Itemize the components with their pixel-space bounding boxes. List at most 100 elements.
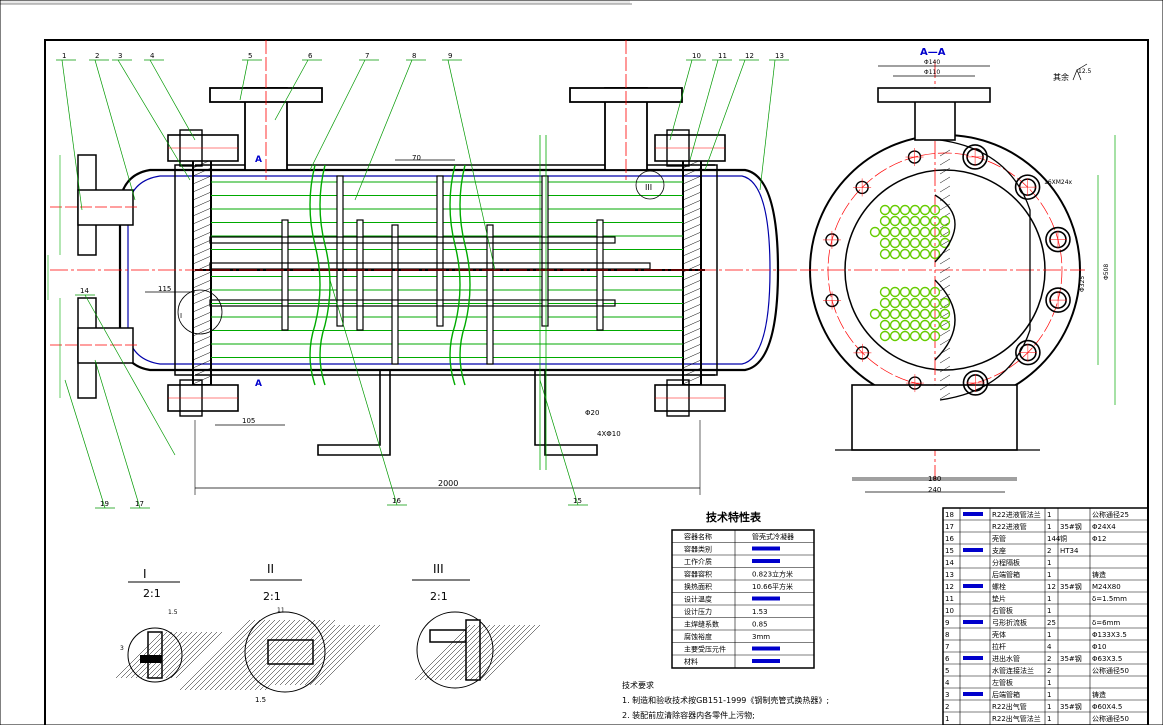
parts-cell: 13	[945, 571, 954, 579]
tech-row-value: 3mm	[752, 633, 770, 641]
callout-4: 4	[150, 52, 155, 60]
parts-cell: 1	[1047, 691, 1051, 699]
detail-iii-id: III	[433, 562, 444, 576]
dim-width-bottom2: 240	[928, 486, 941, 494]
tech-row-label: 容器名称	[684, 532, 712, 541]
callout-13: 13	[775, 52, 784, 60]
main-view	[47, 40, 800, 495]
parts-cell: 1	[1047, 631, 1051, 639]
parts-cell: 拉杆	[992, 642, 1006, 651]
section-mark-a-top: A	[255, 155, 262, 165]
parts-cell: δ=1.5mm	[1092, 595, 1127, 603]
parts-cell: 公称通径25	[1092, 510, 1129, 519]
parts-cell: 14	[945, 559, 954, 567]
parts-cell: 144	[1047, 535, 1061, 543]
parts-cell: R22出气管	[992, 702, 1027, 711]
parts-cell: Φ63X3.5	[1092, 655, 1122, 663]
dim-nozzle-gap: 115	[158, 285, 171, 293]
parts-cell: 1	[1047, 511, 1051, 519]
parts-cell: 1	[1047, 595, 1051, 603]
tech-table-title: 技术特性表	[706, 510, 762, 524]
detail-mark-iii: III	[645, 183, 652, 192]
tech-row-label: 容器容积	[684, 570, 712, 579]
tech-row-label: 腐蚀裕度	[684, 632, 712, 641]
parts-cell: 8	[945, 631, 949, 639]
tech-row-label: 设计压力	[684, 607, 712, 616]
callout-8: 8	[412, 52, 416, 60]
parts-cell: 支座	[992, 546, 1006, 555]
parts-cell: 35#钢	[1060, 702, 1082, 711]
parts-cell: 35#钢	[1060, 582, 1082, 591]
dim-overall-length: 2000	[438, 479, 458, 488]
parts-cell: 3	[945, 691, 949, 699]
parts-cell: δ=6mm	[1092, 619, 1120, 627]
saddle-left	[317, 370, 391, 456]
detail-ii-scale: 2:1	[263, 590, 281, 603]
parts-cell: 35#钢	[1060, 522, 1082, 531]
parts-cell: 7	[945, 643, 949, 651]
dim-flange-offset: 105	[242, 417, 255, 425]
detail-views: I 2:1 1.5 3 II 2:1 11 1.5 III 2:1	[115, 562, 541, 704]
parts-cell: 铸造	[1092, 690, 1106, 699]
parts-cell: 螺栓	[992, 582, 1006, 591]
parts-cell: 1	[945, 715, 949, 723]
parts-cell: Φ24X4	[1092, 523, 1116, 531]
parts-cell: R22进液管	[992, 522, 1027, 531]
section-mark-a-bottom: A	[255, 379, 262, 389]
parts-cell: 5	[945, 667, 949, 675]
parts-cell: 进出水管	[992, 654, 1020, 663]
parts-cell: 2	[1047, 547, 1051, 555]
parts-cell: 2	[945, 703, 949, 711]
tech-row-value: 0.85	[752, 621, 768, 629]
parts-cell: 1	[1047, 607, 1051, 615]
detail-i-dim1: 1.5	[168, 609, 178, 616]
parts-cell: 6	[945, 655, 950, 663]
parts-cell: 12	[1047, 583, 1056, 591]
callout-12: 12	[745, 52, 754, 60]
surface-finish-value: 12.5	[1078, 68, 1092, 75]
dim-bolt-circle: 16XM24x	[1044, 179, 1073, 186]
dim-width-top: Φ140	[924, 59, 940, 66]
detail-i-id: I	[143, 567, 147, 581]
parts-cell: R22出气管法兰	[992, 714, 1041, 723]
parts-cell: 16	[945, 535, 954, 543]
parts-cell: 4	[945, 679, 950, 687]
parts-cell: 公称通径50	[1092, 714, 1129, 723]
tech-req-title: 技术要求	[622, 680, 654, 690]
technical-requirements: 技术要求 1. 制造和验收技术按GB151-1999《钢制壳管式换热器》; 2.…	[622, 680, 829, 720]
tech-row-label: 工作介质	[684, 557, 712, 566]
tech-row-label: 容器类别	[684, 545, 712, 554]
parts-cell: 35#钢	[1060, 654, 1082, 663]
tech-row-label: 设计温度	[684, 595, 712, 604]
detail-iii-scale: 2:1	[430, 590, 448, 603]
parts-list: 18 R22进液管法兰 1 公称通径2517 R22进液管 1 35#钢 Φ24X416 壳管 1…	[942, 507, 1149, 725]
tech-row-value: 10.66平方米	[752, 582, 793, 591]
parts-cell: 后端管箱	[992, 690, 1020, 699]
parts-cell: 17	[945, 523, 954, 531]
parts-cell: 1	[1047, 559, 1051, 567]
parts-cell: 垫片	[992, 594, 1006, 603]
detail-i-scale: 2:1	[143, 587, 161, 600]
dim-nozzle: Φ508	[1103, 264, 1110, 280]
parts-cell: 1	[1047, 703, 1051, 711]
dim-width-top2: Φ110	[924, 69, 940, 76]
callout-17: 17	[135, 500, 144, 508]
parts-cell: 10	[945, 607, 954, 615]
callout-10: 10	[692, 52, 701, 60]
parts-cell: M24X80	[1092, 583, 1121, 591]
tech-row-label: 主要受压元件	[684, 645, 726, 654]
parts-cell: 1	[1047, 679, 1051, 687]
detail-i-dim2: 3	[120, 645, 124, 652]
callout-16: 16	[392, 497, 401, 505]
part-callouts: 1 2 3 4 5 6 7 8 9 10 11 12 131415161719	[56, 52, 789, 509]
detail-ii-dim1: 11	[277, 607, 285, 614]
parts-cell: 11	[945, 595, 954, 603]
tech-row-label: 主焊缝系数	[684, 620, 719, 629]
callout-15: 15	[573, 497, 582, 505]
parts-cell: 12	[945, 583, 954, 591]
dim-bolt-spec: 4XΦ10	[597, 430, 621, 438]
parts-cell: Φ10	[1092, 643, 1106, 651]
tech-row-value: 管壳式冷凝器	[752, 532, 794, 541]
parts-cell: Φ60X4.5	[1092, 703, 1122, 711]
parts-cell: 4	[1047, 643, 1052, 651]
